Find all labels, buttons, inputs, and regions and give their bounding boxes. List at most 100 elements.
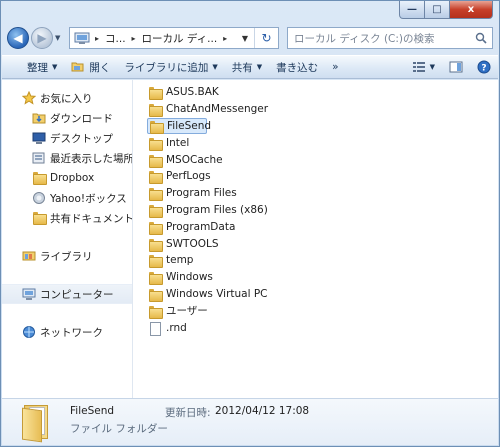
burn-button[interactable]: 書き込む <box>269 56 325 78</box>
nav-computer-label: コンピューター <box>40 288 114 301</box>
list-item-selected[interactable]: FileSend <box>147 117 211 135</box>
details-modified-value: 2012/04/12 17:08 <box>215 405 310 417</box>
file-name: .rnd <box>166 321 187 334</box>
large-folder-icon <box>22 403 52 443</box>
recent-pages-dropdown[interactable]: ▼ <box>55 34 65 42</box>
nav-item-desktop[interactable]: デスクトップ <box>2 128 132 148</box>
file-name: Intel <box>166 136 190 149</box>
folder-icon <box>32 171 47 185</box>
list-item[interactable]: Windows Virtual PC <box>147 286 498 303</box>
list-item[interactable]: Program Files (x86) <box>147 202 498 219</box>
folder-icon <box>148 154 163 168</box>
more-chevron-icon: » <box>332 61 339 73</box>
file-name: FileSend <box>167 119 212 132</box>
search-input[interactable]: ローカル ディスク (C:)の検索 <box>287 27 493 49</box>
yahoo-box-icon <box>32 191 46 205</box>
command-bar: 整理 ▼ 開く ライブラリに追加 ▼ 共有 ▼ 書き込む » ▼ ? <box>2 55 498 79</box>
nav-item-label: 共有ドキュメント ( <box>50 212 132 225</box>
share-label: 共有 <box>231 61 253 74</box>
file-name: PerfLogs <box>166 170 211 183</box>
file-name: MSOCache <box>166 153 223 166</box>
nav-network[interactable]: ネットワーク <box>2 322 132 342</box>
folder-icon <box>148 221 163 235</box>
view-list-icon <box>412 62 425 72</box>
breadcrumb-separator[interactable]: ▸ <box>92 34 102 43</box>
breadcrumb-local-disk[interactable]: ローカル ディ... <box>139 28 221 48</box>
list-item[interactable]: PerfLogs <box>147 168 498 185</box>
chevron-down-icon: ▼ <box>256 63 263 71</box>
refresh-button[interactable]: ↻ <box>254 28 278 48</box>
address-row: ◀ ▶ ▼ ▸ コ... ▸ ローカル ディ... ▸ ▼ ↻ ローカル ディス… <box>7 25 493 51</box>
download-icon <box>32 111 46 125</box>
computer-icon <box>22 287 36 301</box>
maximize-button[interactable]: □ <box>425 1 450 19</box>
file-name: Windows Virtual PC <box>166 287 268 300</box>
file-name: Program Files (x86) <box>166 203 268 216</box>
preview-pane-button[interactable] <box>442 56 470 78</box>
back-button[interactable]: ◀ <box>7 27 29 49</box>
help-icon: ? <box>477 60 491 74</box>
folder-icon <box>148 187 163 202</box>
nav-item-dropbox[interactable]: Dropbox <box>2 168 132 188</box>
folder-icon <box>148 238 163 252</box>
breadcrumb-separator[interactable]: ▸ <box>129 34 139 43</box>
minimize-button[interactable]: — <box>399 1 425 19</box>
list-item[interactable]: .rnd <box>147 319 498 336</box>
list-item[interactable]: Windows <box>147 269 498 286</box>
address-history-dropdown[interactable]: ▼ <box>238 28 252 48</box>
file-name: temp <box>166 254 194 267</box>
folder-icon <box>148 86 163 101</box>
nav-item-shared-documents[interactable]: 共有ドキュメント ( <box>2 208 132 228</box>
add-to-library-label: ライブラリに追加 <box>124 61 209 74</box>
nav-item-recent-places[interactable]: 最近表示した場所 <box>2 148 132 168</box>
nav-favorites[interactable]: お気に入り <box>2 88 132 108</box>
address-bar[interactable]: ▸ コ... ▸ ローカル ディ... ▸ ▼ ↻ <box>69 27 279 49</box>
file-list[interactable]: ASUS.BAK ChatAndMessenger FileSend Intel… <box>133 80 498 398</box>
add-to-library-button[interactable]: ライブラリに追加 ▼ <box>117 56 224 78</box>
share-button[interactable]: 共有 ▼ <box>225 56 269 78</box>
open-label: 開く <box>89 61 111 74</box>
folder-icon <box>148 271 163 286</box>
list-item[interactable]: Intel <box>147 134 498 151</box>
navigation-pane[interactable]: お気に入り ダウンロード デスクトップ 最近表示した場所 Dropbox Yah… <box>2 80 133 398</box>
details-modified-label: 更新日時: <box>165 407 211 419</box>
computer-icon <box>74 31 92 45</box>
list-item[interactable]: ユーザー <box>147 302 498 319</box>
nav-computer[interactable]: コンピューター <box>2 284 132 304</box>
folder-icon <box>149 120 164 134</box>
organize-button[interactable]: 整理 ▼ <box>20 56 64 78</box>
list-item[interactable]: SWTOOLS <box>147 235 498 252</box>
help-button[interactable]: ? <box>470 56 498 78</box>
nav-item-label: 最近表示した場所 <box>50 152 132 165</box>
nav-item-downloads[interactable]: ダウンロード <box>2 108 132 128</box>
star-icon <box>21 90 37 105</box>
list-item[interactable]: MSOCache <box>147 151 498 168</box>
breadcrumb-separator[interactable]: ▸ <box>220 34 230 43</box>
list-item[interactable]: ASUS.BAK <box>147 84 498 101</box>
nav-favorites-label: お気に入り <box>40 92 93 105</box>
list-item[interactable]: ProgramData <box>147 218 498 235</box>
breadcrumb-computer[interactable]: コ... <box>102 28 129 48</box>
list-item[interactable]: temp <box>147 252 498 269</box>
search-placeholder: ローカル ディスク (C:)の検索 <box>294 32 435 45</box>
folder-icon <box>148 103 163 118</box>
close-button[interactable]: x <box>450 1 493 19</box>
chevron-down-icon: ▼ <box>212 63 218 71</box>
open-button[interactable]: 開く <box>64 56 117 78</box>
list-item[interactable]: Program Files <box>147 185 498 202</box>
nav-item-yahoo-box[interactable]: Yahoo!ボックス <box>2 188 132 208</box>
chevron-down-icon: ▼ <box>241 33 249 43</box>
preview-pane-icon <box>449 61 463 73</box>
list-item[interactable]: ChatAndMessenger <box>147 101 498 118</box>
library-icon <box>22 249 36 263</box>
forward-arrow-icon: ▶ <box>37 31 47 45</box>
refresh-icon: ↻ <box>261 31 272 45</box>
more-commands-button[interactable]: » <box>325 56 345 78</box>
forward-button[interactable]: ▶ <box>31 27 53 49</box>
details-item-name: FileSend <box>70 405 115 417</box>
view-options-button[interactable]: ▼ <box>405 56 442 78</box>
nav-libraries[interactable]: ライブラリ <box>2 246 132 266</box>
